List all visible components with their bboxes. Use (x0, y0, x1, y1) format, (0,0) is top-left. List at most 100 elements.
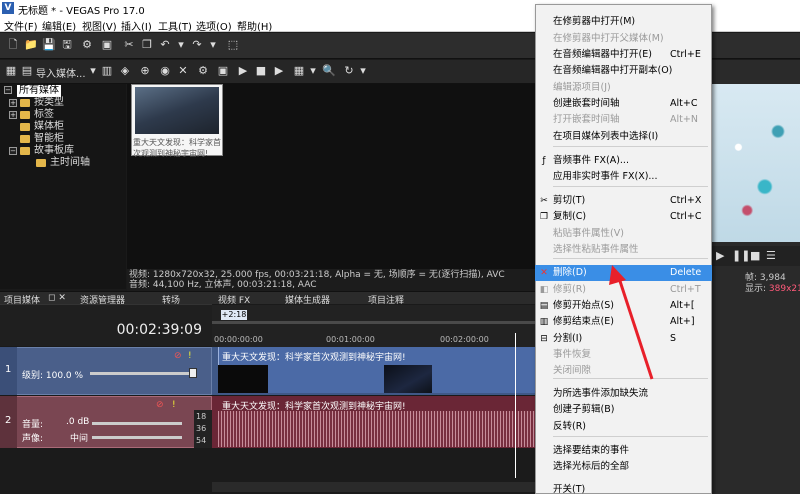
timeline-horizontal-scrollbar[interactable] (212, 482, 535, 492)
context-menu-item-label: 在项目媒体列表中选择(I) (553, 131, 659, 142)
context-menu-item[interactable]: 应用非实时事件 FX(X)... (535, 169, 712, 185)
menu-file[interactable]: 文件(F) (4, 18, 38, 33)
collapse-all-icon[interactable]: − (4, 86, 12, 94)
solo-icon[interactable]: ! (188, 351, 192, 361)
menu-help[interactable]: 帮助(H) (237, 18, 272, 33)
search-icon[interactable]: 🔍 (322, 64, 336, 78)
tree-item-media-bins[interactable]: 媒体柜 (34, 121, 64, 133)
collapse-storyboard-icon[interactable]: − (9, 147, 17, 155)
context-menu-item[interactable]: 创建子剪辑(B) (535, 402, 712, 418)
redo-dropdown-icon[interactable]: ▾ (206, 38, 220, 52)
mute-icon[interactable]: ⊘ (156, 400, 164, 410)
video-level-slider[interactable] (90, 372, 190, 375)
context-menu-item-shortcut: Alt+[ (670, 300, 695, 311)
context-menu-item[interactable]: 反转(R) (535, 419, 712, 435)
save-icon[interactable]: 💾 (42, 38, 56, 52)
ruler-tick-label: 00:00:00:00 (214, 335, 263, 344)
view-mode-icon[interactable]: ▦ (292, 64, 306, 78)
context-menu-item[interactable]: ❐ 复制(C) Ctrl+C (535, 209, 712, 225)
context-menu-item[interactable]: 在修剪器中打开(M) (535, 14, 712, 30)
solo-icon[interactable]: ! (172, 400, 176, 410)
menu-view[interactable]: 视图(V) (82, 18, 117, 33)
save-as-icon[interactable]: 🖫 (60, 38, 74, 52)
remove-media-icon[interactable]: ✕ (176, 64, 190, 78)
menu-icon[interactable]: ☰ (766, 249, 776, 262)
stop-icon[interactable]: ■ (750, 249, 760, 262)
capture-icon[interactable]: ▥ (100, 64, 114, 78)
undo-icon[interactable]: ↶ (158, 38, 172, 52)
cut-icon: ✂ (540, 196, 548, 206)
timeline-ruler[interactable]: 00:00:00:00 00:01:00:00 00:02:00:00 (212, 305, 535, 347)
refresh-dropdown-icon[interactable]: ▾ (356, 64, 370, 78)
context-menu-item[interactable]: 选择要结束的事件 (535, 443, 712, 459)
refresh-icon[interactable]: ↻ (342, 64, 356, 78)
audio-volume-slider[interactable] (92, 422, 182, 425)
context-menu-item-shortcut: Delete (670, 267, 702, 278)
copy-icon[interactable]: ❐ (140, 38, 154, 52)
video-preview-frame (712, 84, 800, 242)
preview-transport: ▶ ❚❚ ■ ☰ (712, 246, 800, 266)
settings-gear-icon[interactable]: ⚙ (80, 38, 94, 52)
tree-item-all-media[interactable]: 所有媒体 (17, 85, 61, 97)
preview-settings-icon[interactable]: ▣ (216, 64, 230, 78)
tree-item-tags[interactable]: 标签 (34, 109, 54, 121)
pause-icon[interactable]: ❚❚ (732, 249, 750, 262)
expand-tags-icon[interactable]: + (9, 111, 17, 119)
media-thumbnail-caption: 重大天文发现：科学家首次观测到神秘宇宙网! (133, 138, 221, 158)
tree-item-main-timeline[interactable]: 主时间轴 (50, 157, 90, 169)
context-menu-item[interactable]: 为所选事件添加缺失流 (535, 386, 712, 402)
play-icon[interactable]: ▶ (236, 64, 250, 78)
pointer-tool-icon[interactable]: ⬚ (226, 38, 240, 52)
audio-waveform[interactable] (218, 411, 535, 447)
import-media-button[interactable]: 导入媒体... (36, 65, 86, 80)
context-menu-item-label: 创建嵌套时间轴 (553, 98, 620, 109)
get-media-icon[interactable]: ⊕ (138, 64, 152, 78)
import-dropdown-icon[interactable]: ▾ (86, 64, 100, 78)
cut-icon[interactable]: ✂ (122, 38, 136, 52)
media-fx-icon[interactable]: ◉ (158, 64, 172, 78)
media-thumbnail-image (135, 87, 219, 134)
stop-icon[interactable]: ■ (254, 64, 268, 78)
undo-dropdown-icon[interactable]: ▾ (174, 38, 188, 52)
new-project-icon[interactable]: 🗋 (6, 38, 20, 52)
context-menu-item[interactable]: 在项目媒体列表中选择(I) (535, 129, 712, 145)
media-audio-info: 音频: 44,100 Hz, 立体声, 00:03:21:18, AAC (129, 280, 317, 290)
video-event-title: 重大天文发现：科学家首次观测到神秘宇宙网! (222, 353, 406, 363)
menu-options[interactable]: 选项(O) (196, 18, 232, 33)
context-menu-item[interactable]: 选择光标后的全部 (535, 459, 712, 475)
view-dropdown-icon[interactable]: ▾ (306, 64, 320, 78)
context-menu-item[interactable]: ƒ 音频事件 FX(A)... (535, 153, 712, 169)
time-marker[interactable]: +2:18 (221, 310, 247, 320)
redo-icon[interactable]: ↷ (190, 38, 204, 52)
properties-icon[interactable]: ⚙ (196, 64, 210, 78)
tree-item-storyboard-library[interactable]: 故事板库 (34, 145, 74, 157)
auto-preview-icon[interactable]: ▶ (272, 64, 286, 78)
open-icon[interactable]: 📁 (24, 38, 38, 52)
menu-tools[interactable]: 工具(T) (158, 18, 192, 33)
video-level-slider-knob[interactable] (189, 368, 197, 378)
context-menu-item[interactable]: 在音频编辑器中打开(E) Ctrl+E (535, 47, 712, 63)
play-icon[interactable]: ▶ (716, 249, 724, 262)
render-icon[interactable]: ▣ (100, 38, 114, 52)
playhead-cursor[interactable] (515, 333, 516, 478)
menu-edit[interactable]: 编辑(E) (42, 18, 76, 33)
ruler-tick-label: 00:02:00:00 (440, 335, 489, 344)
context-menu-item[interactable]: 创建嵌套时间轴 Alt+C (535, 96, 712, 112)
menu-insert[interactable]: 插入(I) (121, 18, 152, 33)
import-media-icon[interactable]: ▤ (20, 64, 34, 78)
mute-icon[interactable]: ⊘ (174, 351, 182, 361)
audio-pan-slider[interactable] (92, 436, 182, 439)
tree-item-by-type[interactable]: 按类型 (34, 97, 64, 109)
extract-icon[interactable]: ◈ (118, 64, 132, 78)
context-menu-item[interactable]: ✂ 剪切(T) Ctrl+X (535, 193, 712, 209)
loop-region-bar[interactable] (212, 321, 535, 324)
audio-event-title: 重大天文发现：科学家首次观测到神秘宇宙网! (222, 402, 406, 412)
window-title: 无标题 * - VEGAS Pro 17.0 (18, 6, 145, 17)
tree-item-smart-bins[interactable]: 智能柜 (34, 133, 64, 145)
meter-tick-label: 54 (196, 436, 207, 445)
tab-close-icon[interactable]: ◻ ✕ (48, 293, 66, 303)
context-menu-item[interactable]: 开关(T) (535, 482, 712, 494)
media-grid-icon[interactable]: ▦ (4, 64, 18, 78)
expand-by-type-icon[interactable]: + (9, 99, 17, 107)
context-menu-item[interactable]: 在音频编辑器中打开副本(O) (535, 63, 712, 79)
